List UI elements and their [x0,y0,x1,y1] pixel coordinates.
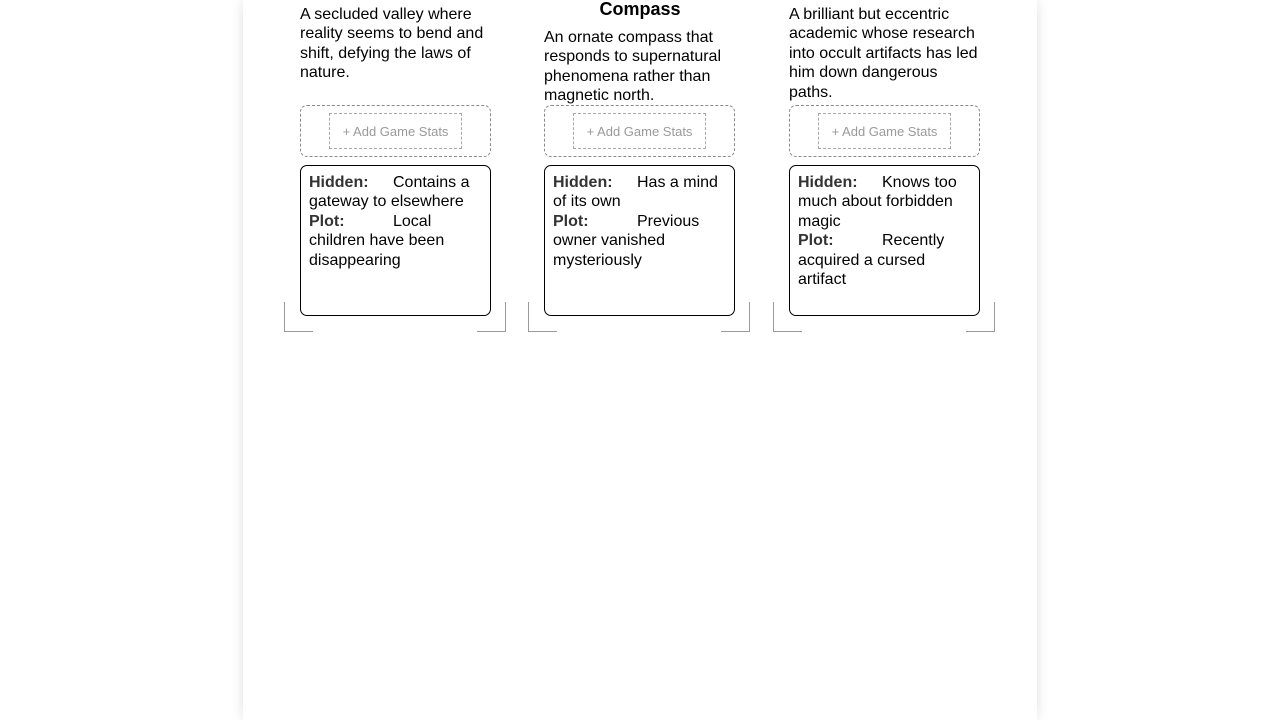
card-location: A secluded valley where reality seems to… [284,0,506,332]
crop-mark-bottom-left [773,302,802,332]
card-sheet: A secluded valley where reality seems to… [243,0,1037,720]
add-game-stats-button[interactable]: + Add Game Stats [818,113,951,149]
plot-line: Plot: Previous owner vanished mysteriousl… [553,212,726,270]
card-title: Compass [599,0,681,19]
hidden-label: Hidden: [798,174,858,191]
secret-info-box: Hidden: Contains a gateway to elsewhere P… [300,165,491,316]
card-item: Compass An ornate compass that responds … [528,0,750,332]
card-description: A brilliant but eccentric academic whose… [789,6,978,101]
crop-mark-bottom-left [284,302,313,332]
hidden-label: Hidden: [553,174,613,191]
hidden-line: Hidden: Knows too much about forbidden ma… [798,173,971,231]
hidden-line: Hidden: Has a mind of its own [553,173,726,212]
game-stats-area: + Add Game Stats [544,105,735,157]
game-stats-area: + Add Game Stats [789,105,980,157]
plot-label: Plot: [309,212,345,230]
hidden-line: Hidden: Contains a gateway to elsewhere [309,173,482,212]
crop-mark-bottom-left [528,302,557,332]
crop-mark-bottom-right [477,302,506,332]
crop-mark-bottom-right [721,302,750,332]
crop-mark-bottom-right [966,302,995,332]
game-stats-area: + Add Game Stats [300,105,491,157]
plot-line: Plot: Recently acquired a cursed artifact [798,231,971,289]
card-character: A brilliant but eccentric academic whose… [773,0,995,332]
card-description: An ornate compass that responds to super… [544,29,721,105]
plot-label: Plot: [553,212,589,230]
plot-line: Plot: Local children have been disappeari… [309,212,482,270]
hidden-label: Hidden: [309,174,369,191]
secret-info-box: Hidden: Has a mind of its own Plot: Previo… [544,165,735,316]
plot-label: Plot: [798,232,834,250]
card-description: A secluded valley where reality seems to… [300,6,484,82]
add-game-stats-button[interactable]: + Add Game Stats [329,113,462,149]
add-game-stats-button[interactable]: + Add Game Stats [573,113,706,149]
secret-info-box: Hidden: Knows too much about forbidden ma… [789,165,980,316]
